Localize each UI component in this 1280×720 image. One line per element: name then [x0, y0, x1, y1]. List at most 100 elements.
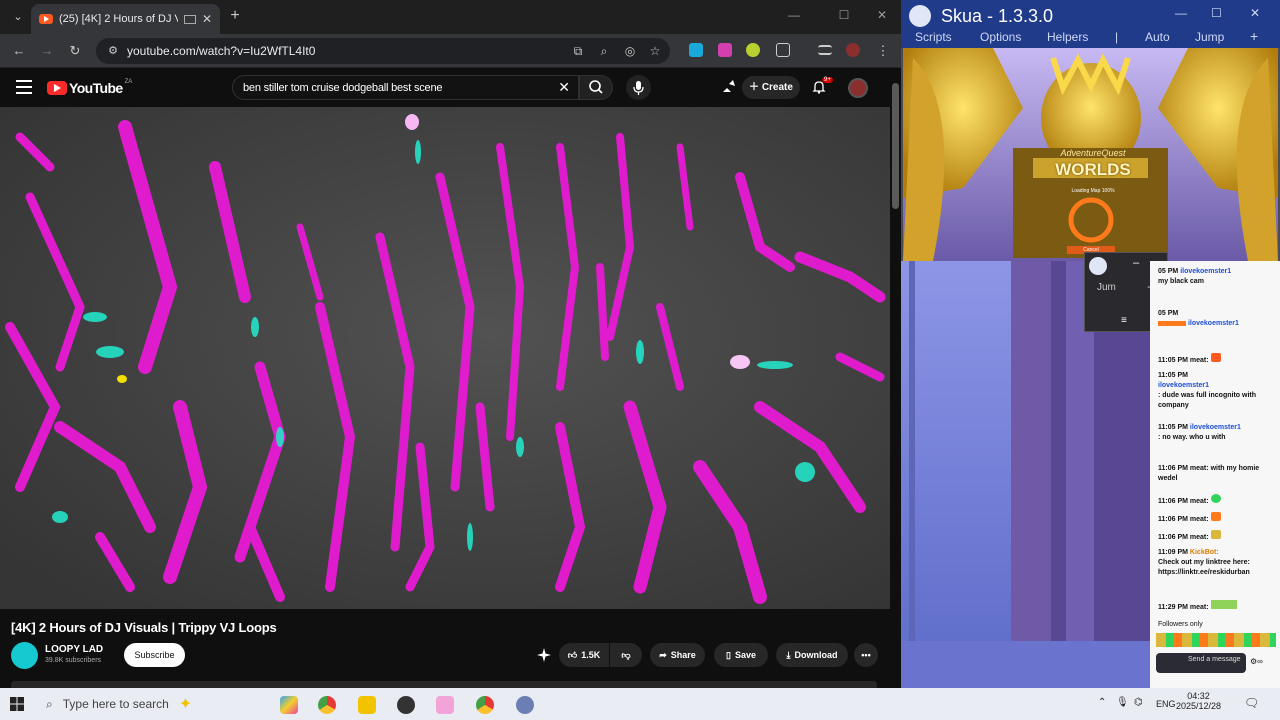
- new-tab-button[interactable]: +: [226, 6, 244, 26]
- close-window-icon[interactable]: ✕: [872, 8, 892, 22]
- minimize-icon[interactable]: —: [784, 8, 804, 22]
- chat-message: 11:06 PM meat: with my homie wedel: [1158, 465, 1260, 482]
- skua-minimize-icon[interactable]: —: [1175, 6, 1187, 20]
- mini-minimize[interactable]: –: [1133, 257, 1139, 269]
- browser-tab[interactable]: (25) [4K] 2 Hours of DJ Visu ✕: [31, 4, 220, 34]
- tray-mic-icon[interactable]: 🎙︎: [1116, 697, 1129, 708]
- tray-overflow-icon[interactable]: ⌃: [1098, 697, 1106, 708]
- create-sparkle-icon[interactable]: [721, 80, 737, 94]
- menu-hamburger-icon[interactable]: [16, 80, 32, 94]
- description-box[interactable]: [11, 681, 877, 688]
- clear-search-icon[interactable]: ✕: [558, 79, 570, 96]
- youtube-region-code: ZA: [124, 79, 133, 85]
- search-button[interactable]: [579, 75, 613, 100]
- skua-titlebar: Skua - 1.3.3.0 Scripts Options Helpers |…: [901, 0, 1280, 48]
- followers-only-label: Followers only: [1158, 621, 1203, 628]
- scrollbar-thumb[interactable]: [892, 83, 899, 209]
- back-icon[interactable]: ←: [10, 42, 28, 60]
- taskbar-app-pink-icon[interactable]: [436, 696, 454, 714]
- more-actions-button[interactable]: •••: [854, 643, 878, 667]
- taskbar-chrome-icon[interactable]: [318, 696, 336, 714]
- tab-title: (25) [4K] 2 Hours of DJ Visu: [59, 13, 178, 25]
- extensions-puzzle-icon[interactable]: [776, 43, 790, 57]
- share-button[interactable]: ➦ Share: [650, 643, 705, 667]
- skua-and-stream-panel: Skua - 1.3.3.0 Scripts Options Helpers |…: [901, 0, 1280, 688]
- chat-settings-icon[interactable]: ⚙∞: [1250, 657, 1263, 666]
- voice-search-button[interactable]: [626, 75, 651, 100]
- ai-sparkle-icon[interactable]: [537, 648, 551, 662]
- chat-message: 11:09 PM KickBot: Check out my linktree h…: [1158, 549, 1250, 576]
- channel-avatar[interactable]: [11, 642, 38, 669]
- youtube-page: YouTube ZA ben stiller tom cruise dodgeb…: [0, 69, 901, 688]
- reading-list-icon[interactable]: [818, 45, 832, 55]
- skua-menu-jump[interactable]: Jump: [1195, 30, 1224, 44]
- channel-name[interactable]: LOOPY LAD: [45, 644, 103, 655]
- chat-send-input[interactable]: Send a message: [1156, 653, 1246, 673]
- emote-row[interactable]: [1156, 633, 1276, 647]
- taskbar-clock[interactable]: 04:32 2025/12/28: [1176, 691, 1221, 711]
- plus-icon: ＋: [749, 82, 762, 93]
- skua-maximize-icon[interactable]: ☐: [1211, 6, 1222, 20]
- skua-close-icon[interactable]: ✕: [1250, 6, 1260, 20]
- share-arrow-icon: ➦: [659, 649, 667, 660]
- tray-language[interactable]: ENG: [1156, 699, 1176, 709]
- chat-message: 11:05 PM ilovekoemster1: dude was full in…: [1158, 372, 1256, 409]
- aqw-game-view[interactable]: AdventureQuest WORLDS Loading Map 100% C…: [903, 48, 1278, 261]
- tab-close-icon[interactable]: ✕: [202, 12, 212, 26]
- video-player[interactable]: [0, 107, 890, 609]
- extension-green-icon[interactable]: [746, 43, 760, 57]
- install-app-icon[interactable]: ⧉: [570, 43, 586, 59]
- clock-time: 04:32: [1187, 691, 1210, 701]
- skua-logo-icon: [909, 5, 931, 27]
- taskbar-search-box[interactable]: ⌕ Type here to search ✦: [34, 688, 244, 720]
- chat-message: 11:05 PM meat:: [1158, 353, 1276, 366]
- taskbar-file-explorer-icon[interactable]: [358, 696, 376, 714]
- url-text: youtube.com/watch?v=Iu2WfTL4It0: [127, 44, 316, 58]
- tab-strip: ⌄ (25) [4K] 2 Hours of DJ Visu ✕ + — ☐ ✕: [0, 0, 901, 34]
- eye-off-icon[interactable]: ◎: [622, 43, 638, 59]
- clock-date: 2025/12/28: [1176, 701, 1222, 711]
- save-button[interactable]: ▯ Save: [714, 643, 768, 667]
- taskbar-chrome-2-icon[interactable]: [476, 696, 494, 714]
- maximize-icon[interactable]: ☐: [834, 8, 854, 22]
- like-button[interactable]: 👍︎ 1.5K: [559, 643, 609, 667]
- zoom-icon[interactable]: ⌕: [596, 43, 612, 59]
- extension-media-icon[interactable]: [718, 43, 732, 57]
- taskbar-skua-icon[interactable]: [516, 696, 534, 714]
- tray-network-icon[interactable]: ⌬: [1134, 697, 1143, 708]
- search-input[interactable]: ben stiller tom cruise dodgeball best sc…: [232, 75, 579, 100]
- extension-translate-icon[interactable]: [689, 43, 703, 57]
- windows-taskbar: ⌕ Type here to search ✦ ⌃ 🎙︎ ⌬ ENG 04:32…: [0, 688, 1280, 720]
- skua-menu-add[interactable]: +: [1250, 28, 1258, 44]
- address-bar[interactable]: ⚙ youtube.com/watch?v=Iu2WfTL4It0 ⧉ ⌕ ◎ …: [96, 38, 670, 64]
- download-button[interactable]: ⤓ Download: [776, 643, 848, 667]
- skua-title: Skua - 1.3.3.0: [941, 6, 1054, 26]
- taskbar-app-copilot-icon[interactable]: [280, 696, 298, 714]
- create-button[interactable]: ＋ Create: [742, 76, 800, 99]
- share-label: Share: [670, 650, 696, 660]
- skua-menu-scripts[interactable]: Scripts: [915, 30, 952, 44]
- chat-message: 11:05 PM ilovekoemster1: no way. who u w…: [1158, 424, 1241, 441]
- profile-avatar-icon[interactable]: [846, 43, 860, 57]
- subscribe-button[interactable]: Subscribe: [124, 643, 185, 667]
- dislike-button[interactable]: 👎︎: [610, 643, 642, 667]
- save-label: Save: [734, 650, 756, 660]
- mini-menu-icon[interactable]: ≡: [1121, 315, 1127, 326]
- skua-menu-helpers[interactable]: Helpers: [1047, 30, 1088, 44]
- windows-start-icon[interactable]: [10, 697, 24, 711]
- menu-kebab-icon[interactable]: ⋮: [874, 42, 892, 60]
- forward-icon[interactable]: →: [38, 42, 56, 60]
- reload-icon[interactable]: ↻: [66, 42, 84, 60]
- channel-subscriber-count: 39.8K subscribers: [45, 657, 102, 664]
- search-icon: [589, 80, 603, 94]
- site-info-icon[interactable]: ⚙: [106, 44, 120, 58]
- skua-menu-options[interactable]: Options: [980, 30, 1021, 44]
- tab-search-chevron-icon[interactable]: ⌄: [8, 7, 28, 27]
- account-avatar[interactable]: [848, 78, 868, 98]
- taskbar-obs-icon[interactable]: [397, 696, 415, 714]
- notifications-center-icon[interactable]: 🗨︎: [1244, 696, 1259, 710]
- bookmark-star-icon[interactable]: ☆: [647, 43, 663, 59]
- youtube-logo[interactable]: YouTube ZA: [47, 79, 133, 96]
- thumbs-down-icon: 👎︎: [621, 649, 631, 660]
- skua-menu-auto[interactable]: Auto: [1145, 30, 1170, 44]
